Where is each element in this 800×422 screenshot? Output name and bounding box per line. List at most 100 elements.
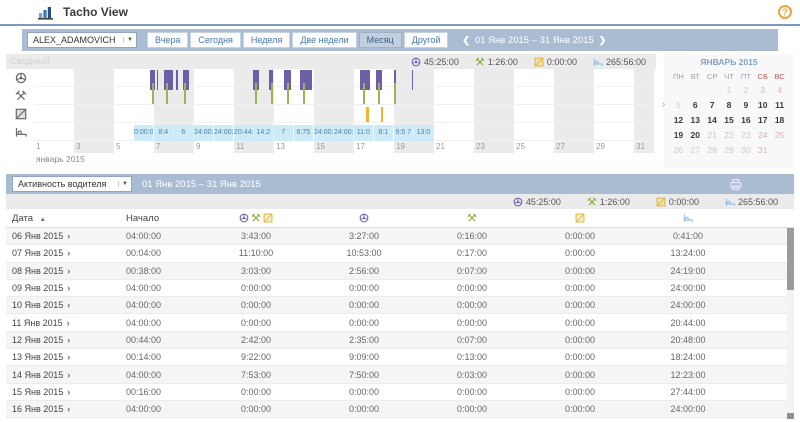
calendar-day-19[interactable]: 19 <box>670 128 687 143</box>
calendar-day-4[interactable]: 4 <box>771 83 788 98</box>
expand-row-icon[interactable]: › <box>67 283 70 293</box>
calendar-day-7[interactable]: 7 <box>704 98 721 113</box>
calendar-day-14[interactable]: 14 <box>704 113 721 128</box>
period-button-2[interactable]: Неделя <box>243 32 290 48</box>
table-row[interactable]: 07 Янв 2015›00:04:0011:10:0010:53:000:17… <box>6 245 794 262</box>
calendar-day-17[interactable]: 17 <box>754 113 771 128</box>
column-header-icons-0[interactable] <box>202 213 310 223</box>
axis-day-label: 11 <box>236 142 244 151</box>
row-value: 0:00:00 <box>526 404 634 414</box>
row-icon-work <box>6 87 34 105</box>
table-row[interactable]: 10 Янв 2015›04:00:000:00:000:00:000:00:0… <box>6 297 794 314</box>
rest-icon <box>725 197 735 207</box>
row-value: 3:27:00 <box>310 231 418 241</box>
calendar-day-31[interactable]: 31 <box>754 143 771 158</box>
calendar-empty-cell <box>687 83 704 98</box>
next-range-icon[interactable]: ❯ <box>599 35 607 46</box>
expand-row-icon[interactable]: › <box>67 318 70 328</box>
expand-row-icon[interactable]: › <box>67 266 70 276</box>
availability-bar <box>381 107 383 122</box>
row-value: 0:00:00 <box>526 300 634 310</box>
print-icon[interactable] <box>729 178 742 191</box>
table-row[interactable]: 06 Янв 2015›04:00:003:43:003:27:000:16:0… <box>6 228 794 245</box>
column-header-icons-3[interactable] <box>526 213 634 223</box>
calendar-day-23[interactable]: 23 <box>737 128 754 143</box>
calendar-day-8[interactable]: 8 <box>721 98 738 113</box>
calendar-day-10[interactable]: 10 <box>754 98 771 113</box>
calendar-day-6[interactable]: 6 <box>687 98 704 113</box>
calendar-weekday-СБ: СБ <box>754 70 771 83</box>
expand-row-icon[interactable]: › <box>67 300 70 310</box>
table-scrollbar[interactable] <box>787 228 794 419</box>
calendar-days: 1234567891011121314151617181920212223242… <box>670 83 788 158</box>
calendar-day-12[interactable]: 12 <box>670 113 687 128</box>
row-value: 0:00:00 <box>310 404 418 414</box>
row-start: 04:00:00 <box>126 283 202 293</box>
calendar-day-13[interactable]: 13 <box>687 113 704 128</box>
calendar-day-29[interactable]: 29 <box>721 143 738 158</box>
calendar-day-18[interactable]: 18 <box>771 113 788 128</box>
expand-row-icon[interactable]: › <box>67 404 70 414</box>
help-icon[interactable]: ? <box>778 5 792 19</box>
table-row[interactable]: 09 Янв 2015›04:00:000:00:000:00:000:00:0… <box>6 280 794 297</box>
calendar-day-16[interactable]: 16 <box>737 113 754 128</box>
axis-day-label: 19 <box>396 142 405 151</box>
expand-row-icon[interactable]: › <box>67 370 70 380</box>
table-row[interactable]: 14 Янв 2015›04:00:007:53:007:50:000:03:0… <box>6 366 794 383</box>
table-row[interactable]: 15 Янв 2015›00:16:000:00:000:00:000:00:0… <box>6 384 794 401</box>
table-row[interactable]: 12 Янв 2015›00:44:002:42:002:35:000:07:0… <box>6 332 794 349</box>
expand-row-icon[interactable]: › <box>67 248 70 258</box>
row-value: 2:56:00 <box>310 266 418 276</box>
table-row[interactable]: 16 Янв 2015›04:00:000:00:000:00:000:00:0… <box>6 401 794 418</box>
row-value: 9:22:00 <box>202 352 310 362</box>
calendar-day-3[interactable]: 3 <box>754 83 771 98</box>
calendar-day-9[interactable]: 9 <box>737 98 754 113</box>
row-value: 2:42:00 <box>202 335 310 345</box>
row-icon-driving <box>6 69 34 87</box>
column-header-date[interactable]: Дата ▲ <box>6 213 126 224</box>
calendar: › ЯНВАРЬ 2015 ПНВТСРЧТПТСБВС 12345678910… <box>664 54 794 168</box>
app-header: Tacho View ? <box>0 0 800 26</box>
rest-cell-day-16: 24:00:00 <box>334 125 353 141</box>
expand-row-icon[interactable]: › <box>67 335 70 345</box>
calendar-day-5[interactable]: 5 <box>670 98 687 113</box>
table-row[interactable]: 11 Янв 2015›04:00:000:00:000:00:000:00:0… <box>6 314 794 331</box>
scrollbar-down-icon[interactable] <box>787 413 794 419</box>
sort-asc-icon: ▲ <box>40 217 46 223</box>
expand-row-icon[interactable]: › <box>67 231 70 241</box>
calendar-day-24[interactable]: 24 <box>754 128 771 143</box>
column-header-icons-4[interactable] <box>634 213 742 223</box>
calendar-day-27[interactable]: 27 <box>687 143 704 158</box>
table-row[interactable]: 08 Янв 2015›00:38:003:03:002:56:000:07:0… <box>6 263 794 280</box>
calendar-day-2[interactable]: 2 <box>737 83 754 98</box>
calendar-day-28[interactable]: 28 <box>704 143 721 158</box>
driver-select[interactable]: ALEX_ADAMOVICH ▼ <box>27 32 137 48</box>
column-header-icons-1[interactable] <box>310 213 418 223</box>
report-mode-select[interactable]: Активность водителя ▼ <box>12 176 132 192</box>
chevron-down-icon: ▼ <box>123 37 133 43</box>
calendar-day-25[interactable]: 25 <box>771 128 788 143</box>
expand-row-icon[interactable]: › <box>67 352 70 362</box>
calendar-day-26[interactable]: 26 <box>670 143 687 158</box>
calendar-day-21[interactable]: 21 <box>704 128 721 143</box>
calendar-collapse-icon[interactable]: › <box>662 100 665 110</box>
scrollbar-thumb[interactable] <box>787 228 794 290</box>
calendar-day-20[interactable]: 20 <box>687 128 704 143</box>
calendar-day-1[interactable]: 1 <box>721 83 738 98</box>
expand-row-icon[interactable]: › <box>67 387 70 397</box>
column-header-icons-2[interactable] <box>418 213 526 223</box>
table-row[interactable]: 13 Янв 2015›00:14:009:22:009:09:000:13:0… <box>6 349 794 366</box>
period-button-4[interactable]: Месяц <box>359 32 402 48</box>
calendar-day-22[interactable]: 22 <box>721 128 738 143</box>
calendar-day-15[interactable]: 15 <box>721 113 738 128</box>
period-button-1[interactable]: Сегодня <box>190 32 241 48</box>
date-col-label: Дата <box>12 213 33 224</box>
period-button-0[interactable]: Вчера <box>147 32 188 48</box>
period-button-5[interactable]: Другой <box>404 32 449 48</box>
calendar-day-30[interactable]: 30 <box>737 143 754 158</box>
prev-range-icon[interactable]: ❮ <box>462 35 470 46</box>
period-button-3[interactable]: Две недели <box>292 32 356 48</box>
work-bar <box>303 83 305 104</box>
calendar-day-11[interactable]: 11 <box>771 98 788 113</box>
rest-cell-day-8: 6 <box>174 125 193 141</box>
